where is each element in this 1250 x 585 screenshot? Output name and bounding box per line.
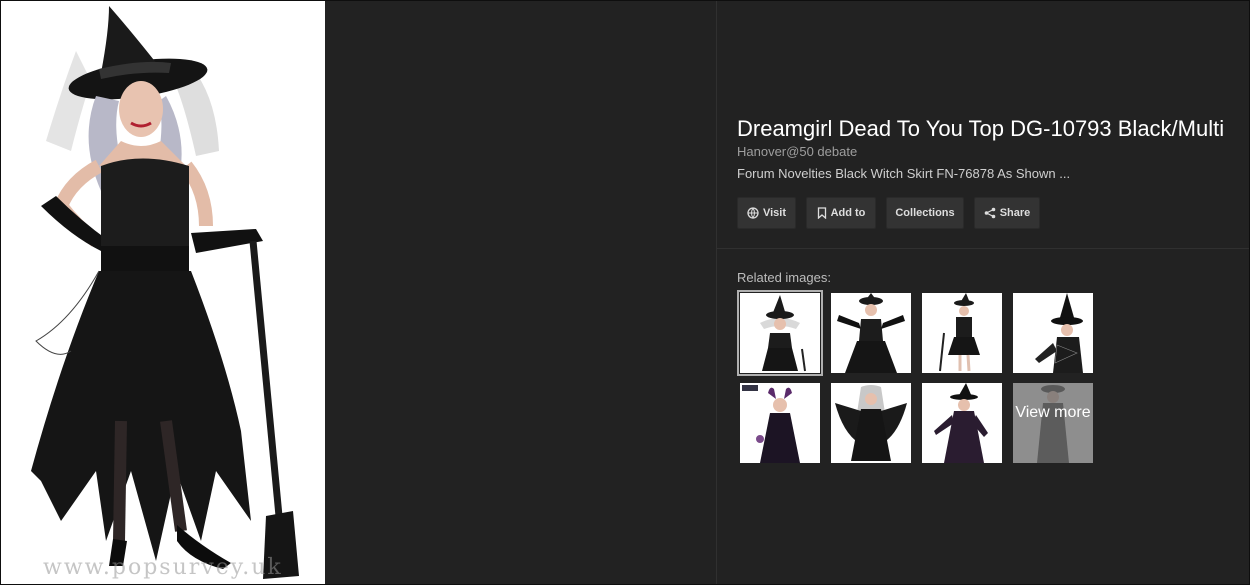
view-more-label: View more (1015, 404, 1091, 421)
panel-divider (716, 0, 717, 585)
related-thumbnail[interactable] (831, 383, 911, 463)
thumbnail-image (831, 293, 911, 373)
thumbnail-image (831, 383, 911, 463)
related-thumbnail[interactable] (922, 383, 1002, 463)
add-to-label: Add to (830, 207, 866, 219)
globe-icon (747, 207, 759, 219)
visit-label: Visit (762, 207, 787, 219)
related-thumbnail[interactable] (1013, 293, 1093, 373)
image-viewer-panel: www.popsurvey.uk Dreamgirl Dead To You T… (0, 0, 1250, 585)
witch-costume-illustration (31, 6, 299, 579)
view-more-tile[interactable]: View more (1013, 383, 1093, 463)
related-thumbnail[interactable] (740, 383, 820, 463)
thumbnail-image (922, 383, 1002, 463)
thumbnail-image (922, 293, 1002, 373)
bookmark-icon (817, 207, 827, 219)
view-more-overlay (1013, 383, 1093, 463)
image-title[interactable]: Dreamgirl Dead To You Top DG-10793 Black… (737, 116, 1243, 142)
related-thumbnail[interactable] (831, 293, 911, 373)
collections-label: Collections (895, 207, 955, 219)
section-divider (717, 248, 1250, 249)
related-images-label: Related images: (737, 270, 831, 285)
main-image[interactable]: www.popsurvey.uk (1, 1, 325, 584)
add-to-button[interactable]: Add to (806, 197, 876, 229)
share-button[interactable]: Share (974, 197, 1040, 229)
share-label: Share (999, 207, 1031, 219)
thumbnail-image (740, 383, 820, 463)
related-thumbnail[interactable] (922, 293, 1002, 373)
visit-button[interactable]: Visit (737, 197, 796, 229)
thumbnail-image (740, 293, 820, 373)
share-icon (984, 207, 996, 219)
thumbnail-image (1013, 293, 1093, 373)
watermark-text: www.popsurvey.uk (43, 555, 283, 580)
collections-button[interactable]: Collections (886, 197, 964, 229)
image-source[interactable]: Hanover@50 debate (737, 144, 857, 159)
related-thumbnail[interactable] (737, 290, 823, 376)
image-description: Forum Novelties Black Witch Skirt FN-768… (737, 166, 1071, 181)
